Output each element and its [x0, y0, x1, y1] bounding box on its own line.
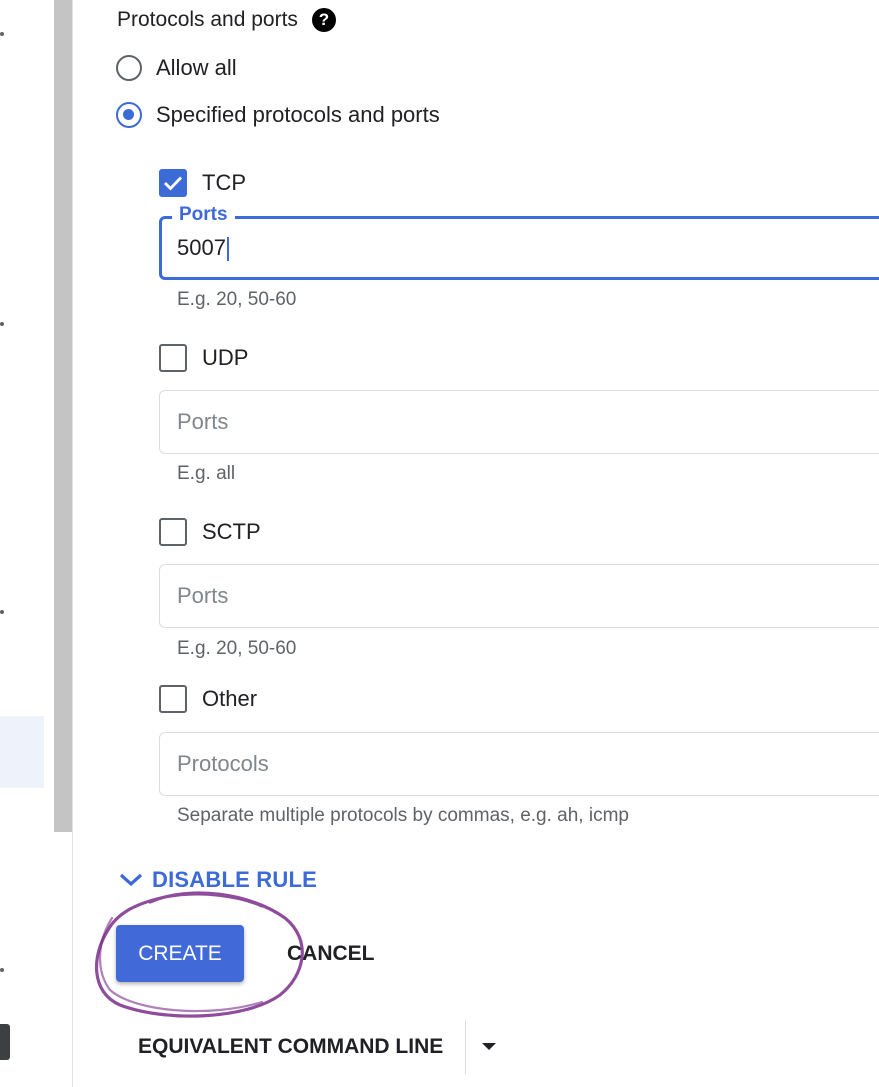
tcp-hint: E.g. 20, 50-60: [177, 289, 297, 310]
chevron-down-icon: [119, 873, 143, 887]
udp-ports-input[interactable]: Ports: [159, 390, 879, 454]
sctp-checkbox-row[interactable]: SCTP: [159, 518, 261, 546]
tcp-ports-value: 5007: [177, 235, 226, 260]
disable-rule-toggle[interactable]: DISABLE RULE: [118, 867, 317, 893]
sctp-label: SCTP: [202, 519, 261, 544]
tcp-label: TCP: [202, 170, 246, 195]
section-title-text: Protocols and ports: [117, 8, 298, 31]
checkmark-icon: [164, 176, 183, 191]
nav-dot: [0, 322, 4, 326]
tcp-ports-input[interactable]: Ports 5007: [159, 204, 879, 280]
nav-dot: [0, 32, 4, 36]
tcp-ports-value-wrap: 5007: [177, 235, 229, 262]
radio-checked-icon[interactable]: [116, 102, 142, 128]
other-checkbox-row[interactable]: Other: [159, 685, 257, 713]
udp-label: UDP: [202, 345, 249, 370]
create-button[interactable]: CREATE: [116, 925, 244, 982]
scrollbar[interactable]: [54, 0, 72, 832]
dropdown-toggle-button[interactable]: [466, 1020, 512, 1074]
radio-allow-all[interactable]: Allow all: [116, 55, 237, 81]
cancel-button[interactable]: CANCEL: [283, 925, 379, 982]
other-checkbox[interactable]: [159, 685, 187, 713]
tcp-checkbox-row[interactable]: TCP: [159, 169, 246, 197]
panel-divider: [72, 0, 73, 1087]
sctp-hint: E.g. 20, 50-60: [177, 638, 297, 659]
section-title: Protocols and ports ?: [117, 8, 336, 32]
radio-unchecked-icon[interactable]: [116, 55, 142, 81]
radio-specified-label: Specified protocols and ports: [156, 102, 440, 127]
nav-dot: [0, 610, 4, 614]
other-protocols-placeholder: Protocols: [177, 751, 269, 776]
udp-checkbox-row[interactable]: UDP: [159, 344, 248, 372]
other-protocols-input[interactable]: Protocols: [159, 732, 879, 796]
udp-ports-placeholder: Ports: [177, 409, 229, 434]
sctp-ports-input[interactable]: Ports: [159, 564, 879, 628]
udp-hint: E.g. all: [177, 463, 236, 484]
caret-down-icon: [482, 1043, 497, 1050]
equivalent-command-line-group: EQUIVALENT COMMAND LINE: [130, 1020, 512, 1074]
nav-selected-item[interactable]: [0, 716, 44, 788]
nav-dot: [0, 968, 4, 972]
help-icon[interactable]: ?: [311, 8, 336, 32]
other-hint: Separate multiple protocols by commas, e…: [177, 805, 629, 826]
text-caret: [226, 237, 229, 262]
disable-rule-label: DISABLE RULE: [152, 867, 317, 892]
radio-allow-all-label: Allow all: [156, 55, 237, 80]
left-nav-strip: [0, 0, 54, 1087]
annotation-circle: [95, 891, 304, 1018]
udp-checkbox[interactable]: [159, 344, 187, 372]
other-label: Other: [202, 686, 258, 711]
tcp-ports-floating-label: Ports: [172, 204, 235, 226]
radio-specified[interactable]: Specified protocols and ports: [116, 102, 440, 128]
equivalent-command-line-button[interactable]: EQUIVALENT COMMAND LINE: [130, 1020, 465, 1074]
nav-tab-handle[interactable]: [0, 1024, 10, 1060]
tcp-checkbox[interactable]: [159, 169, 187, 197]
sctp-checkbox[interactable]: [159, 518, 187, 546]
sctp-ports-placeholder: Ports: [177, 583, 229, 608]
